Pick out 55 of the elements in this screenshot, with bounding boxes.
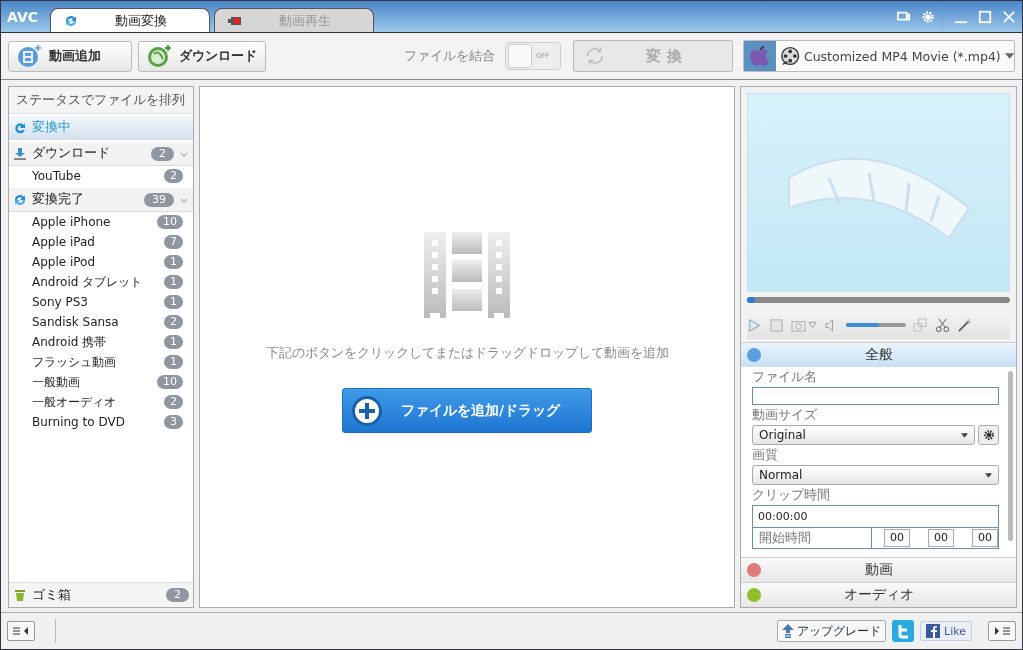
add-video-button[interactable]: 動画追加 [8,40,132,72]
clip-duration-field[interactable]: 00:00:00 [753,506,998,528]
count-badge: 7 [164,235,183,249]
device-item[interactable]: Android 携帯 1 [9,332,193,352]
status-group[interactable]: 変換完了 39 [9,188,193,212]
field-label: 開始時間 [753,528,872,548]
device-item[interactable]: フラッシュ動画 1 [9,352,193,372]
tab[interactable]: 動画変換 [50,8,210,32]
drop-hint: 下記のボタンをクリックしてまたはドラッグドロップして動画を追加 [265,344,669,362]
field-label: クリップ時間 [752,486,831,504]
device-item[interactable]: Apple iPad 7 [9,232,193,252]
device-item[interactable]: Apple iPhone 10 [9,212,193,232]
profile-dropdown[interactable]: Customized MP4 Movie (*.mp4) [743,40,1015,72]
field-label: 動画サイズ [752,406,818,424]
count-badge: 2 [166,588,189,602]
count-badge: 3 [164,415,183,429]
count-badge: 1 [164,275,183,289]
sidebar-header: ステータスでファイルを排列 [9,87,193,114]
count-badge: 1 [164,295,183,309]
count-badge: 10 [157,375,183,389]
select-dropdown[interactable]: Normal [752,465,999,485]
field-label: ファイル名 [752,368,818,386]
count-badge: 1 [164,335,183,349]
status-group[interactable]: ダウンロード 2 [9,142,193,166]
device-item[interactable]: Sony PS3 1 [9,292,193,312]
device-item[interactable]: Sandisk Sansa 2 [9,312,193,332]
time-field[interactable]: 00 [884,529,910,547]
time-field[interactable]: 00 [972,529,998,547]
section-header[interactable]: オーディオ [741,582,1016,607]
device-item[interactable]: Android タブレット 1 [9,272,193,292]
app-logo: AVC [7,8,38,25]
device-item[interactable]: 一般動画 10 [9,372,193,392]
section-header[interactable]: 全般 [741,342,1016,367]
device-item[interactable]: Apple iPod 1 [9,252,193,272]
select-dropdown[interactable]: Original [752,425,975,445]
count-badge: 2 [164,395,183,409]
trash-item[interactable]: ゴミ箱 2 [9,582,193,607]
download-button[interactable]: ダウンロード [138,40,266,72]
count-badge: 1 [164,355,183,369]
count-badge: 39 [144,192,174,207]
upgrade-button[interactable]: アップグレード [777,620,887,642]
device-item[interactable]: YouTube 2 [9,166,193,186]
section-header[interactable]: 動画 [741,557,1016,582]
count-badge: 10 [157,215,183,229]
count-badge: 2 [164,169,183,183]
count-badge: 1 [164,255,183,269]
device-item[interactable]: 一般オーディオ 2 [9,392,193,412]
merge-label: ファイルを結合 [404,47,495,65]
count-badge: 2 [151,146,174,161]
count-badge: 2 [164,315,183,329]
time-field[interactable]: 00 [928,529,954,547]
like-button[interactable]: Like [920,621,972,641]
device-item[interactable]: Burning to DVD 3 [9,412,193,432]
add-file-button[interactable]: ファイルを追加/ドラッグ [342,388,592,433]
field-label: 画質 [752,446,779,464]
